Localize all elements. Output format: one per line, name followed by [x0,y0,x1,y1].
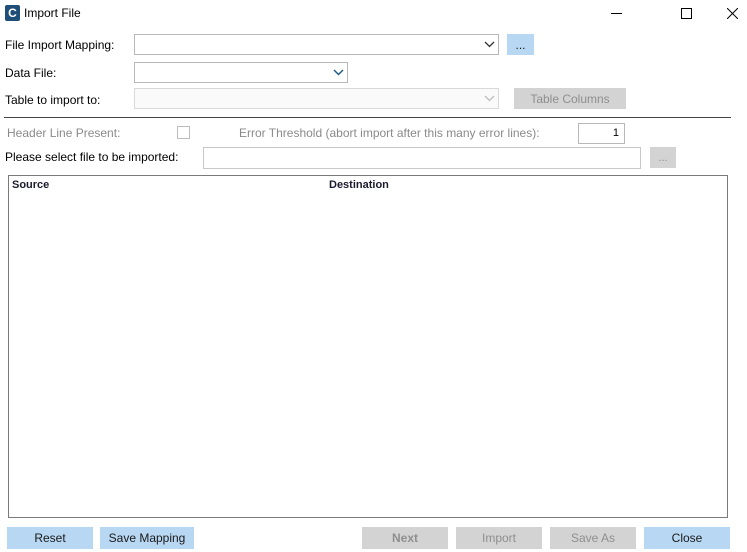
select-file-input[interactable] [203,147,641,169]
header-line-checkbox[interactable] [177,126,190,139]
table-columns-button[interactable]: Table Columns [514,88,626,109]
mapping-label: File Import Mapping: [5,38,115,52]
select-file-label: Please select file to be imported: [5,150,179,164]
mapping-grid[interactable]: Source Destination [8,175,728,518]
mapping-dropdown[interactable] [134,34,499,55]
column-header-destination[interactable]: Destination [329,178,389,192]
data-file-label: Data File: [5,66,57,80]
minimize-button[interactable] [593,0,639,27]
browse-file-button[interactable]: ... [650,147,676,168]
maximize-button[interactable] [663,0,709,27]
table-label: Table to import to: [5,93,101,107]
close-button[interactable]: Close [644,527,730,549]
section-divider [4,117,731,118]
data-file-dropdown[interactable] [134,62,348,83]
close-window-button[interactable] [709,0,747,27]
import-button[interactable]: Import [456,527,542,549]
minimize-icon [610,13,622,14]
browse-mapping-button[interactable]: ... [507,34,534,55]
close-icon [726,8,738,19]
next-button[interactable]: Next [362,527,448,549]
column-header-source[interactable]: Source [12,178,49,192]
save-mapping-button[interactable]: Save Mapping [100,527,194,549]
reset-button[interactable]: Reset [7,527,93,549]
chevron-down-icon [484,41,495,48]
app-logo-icon: C [5,5,20,21]
chevron-down-icon [333,69,344,76]
table-dropdown[interactable] [134,88,499,109]
chevron-down-icon [484,95,495,102]
error-threshold-label: Error Threshold (abort import after this… [239,126,540,140]
maximize-icon [680,8,692,19]
window-title: Import File [24,6,81,20]
save-as-button[interactable]: Save As [550,527,636,549]
error-threshold-input[interactable]: 1 [578,123,625,144]
header-line-label: Header Line Present: [7,126,121,140]
